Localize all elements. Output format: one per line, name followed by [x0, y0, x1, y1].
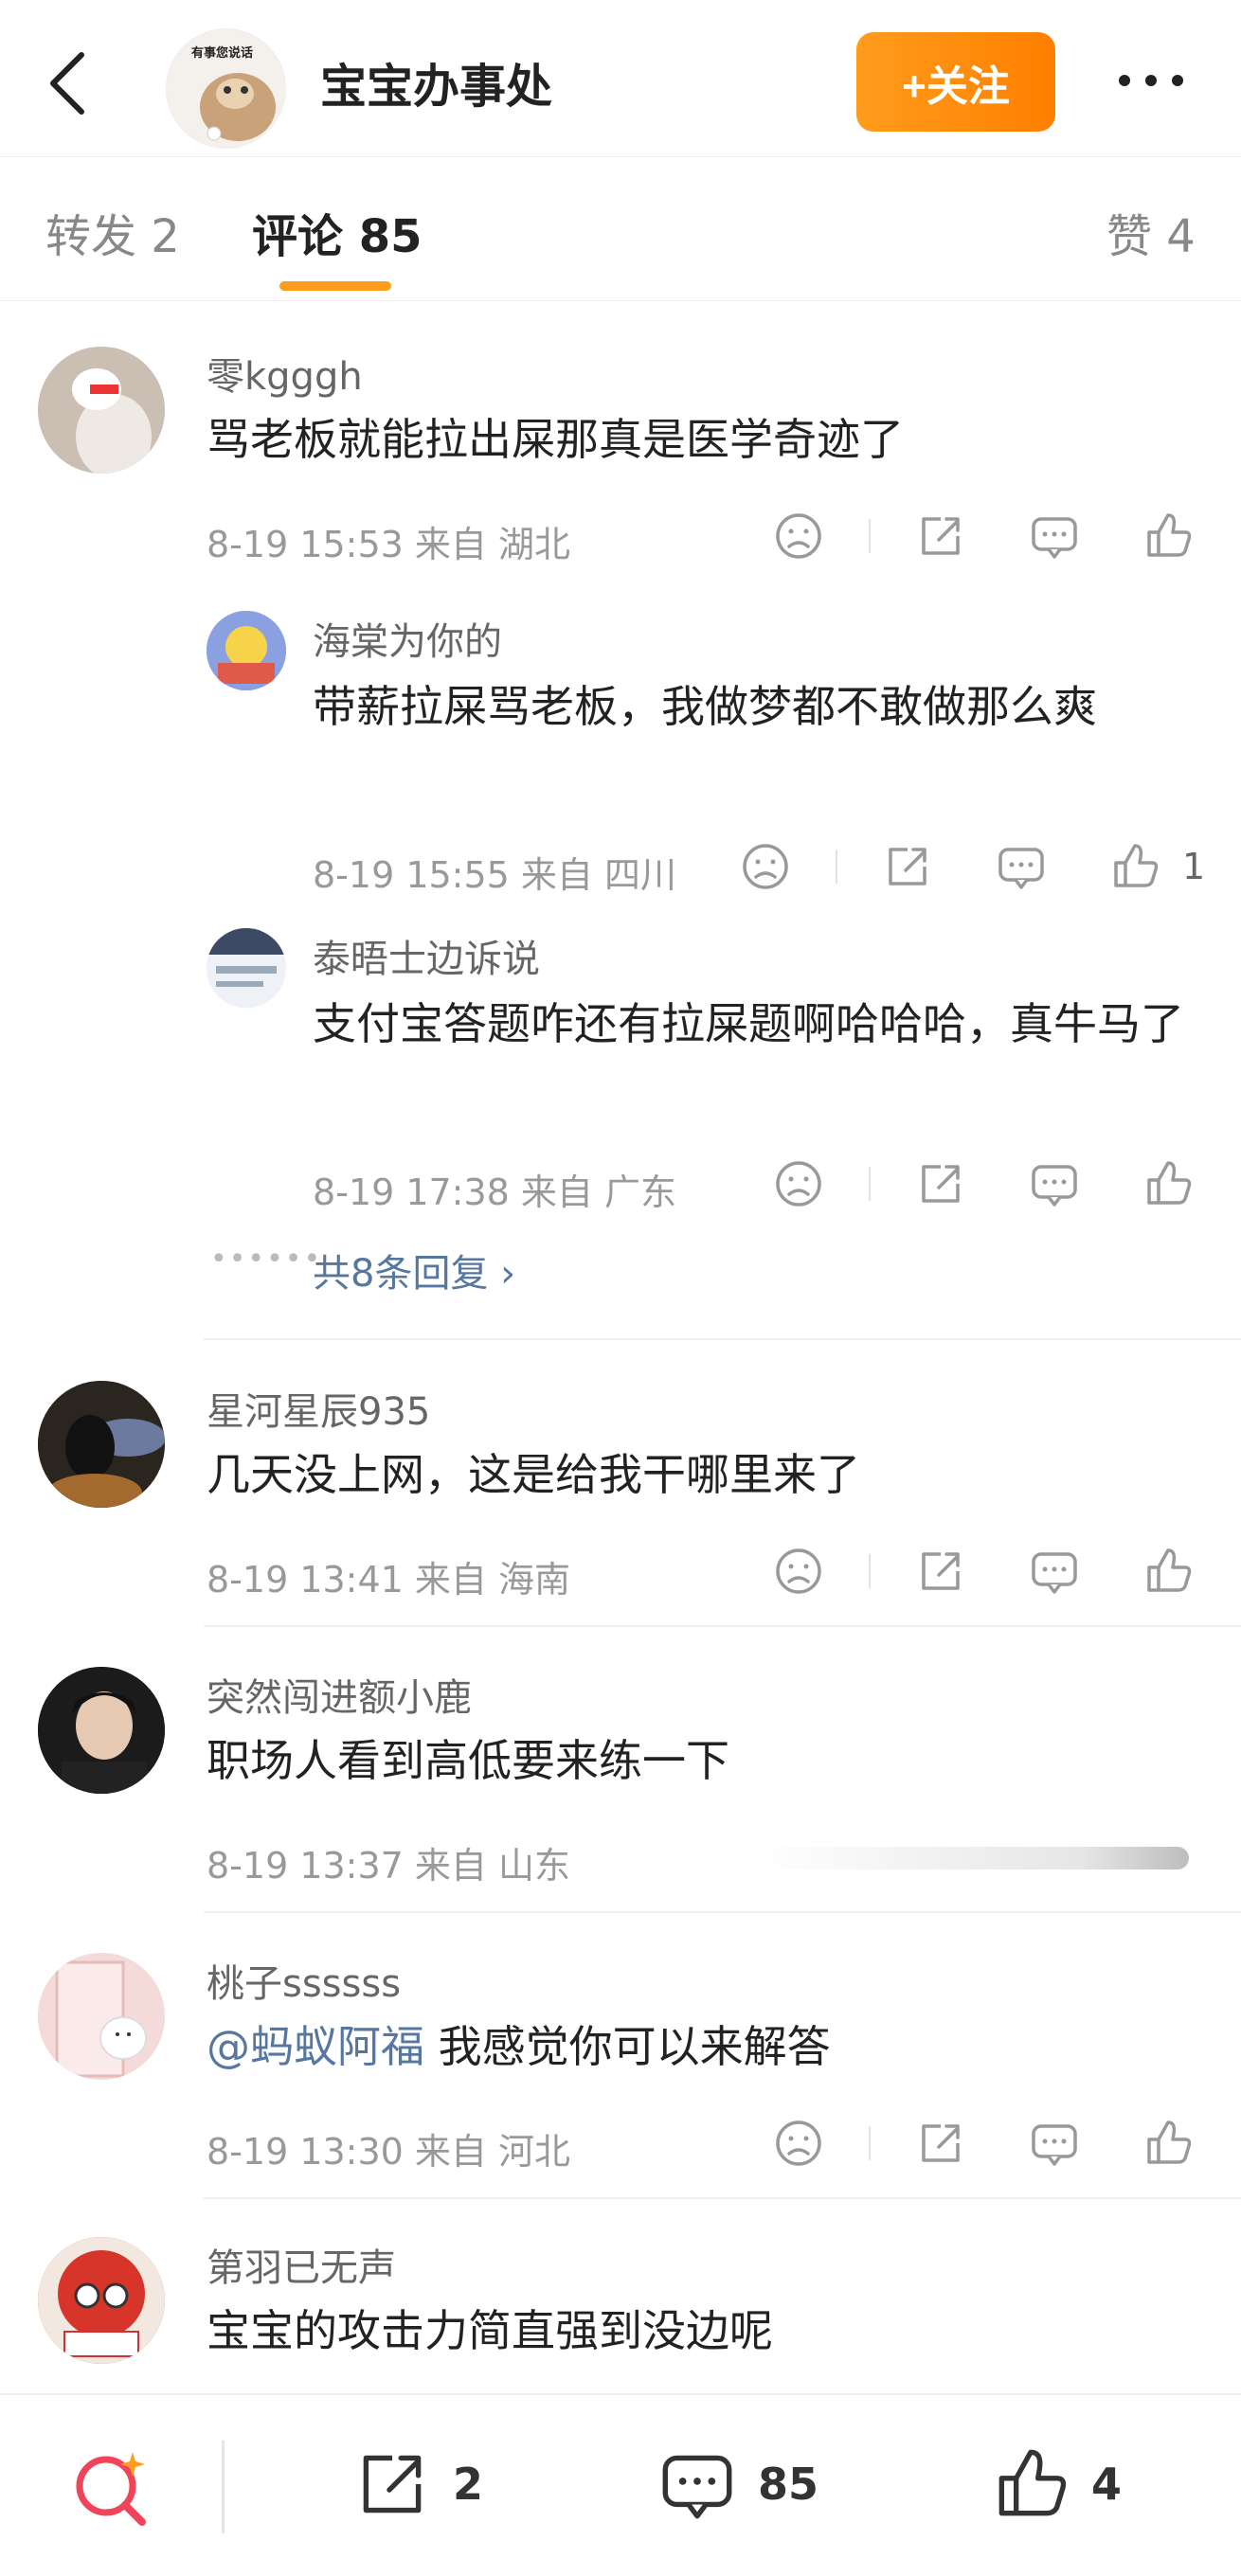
comment-button[interactable]: 85 [654, 2441, 818, 2528]
comment-text-body: 我感觉你可以来解答 [424, 2021, 831, 2072]
comment-author[interactable]: 零kgggh [207, 346, 363, 401]
account-name[interactable]: 宝宝办事处 [320, 49, 552, 116]
share-icon[interactable] [912, 2115, 969, 2172]
separator [836, 850, 837, 884]
separator [869, 2126, 871, 2160]
replies-dots: •••••• [210, 1243, 323, 1276]
comment-text: 职场人看到高低要来练一下 [207, 1735, 729, 1786]
share-icon[interactable] [879, 838, 936, 895]
separator [869, 519, 871, 553]
tab-bar: 转发 2 评论 85 赞 4 [0, 156, 1241, 301]
comment-icon[interactable] [1026, 508, 1083, 564]
repost-button[interactable]: 2 [349, 2441, 483, 2528]
divider [204, 1338, 1241, 1340]
avatar[interactable] [38, 347, 165, 474]
comment-actions [770, 508, 1215, 564]
more-replies-link[interactable]: 共8条回复 › [313, 1243, 515, 1297]
dislike-icon[interactable] [737, 838, 794, 895]
avatar-caption: 有事您说话 [191, 46, 254, 61]
avatar[interactable] [38, 2237, 165, 2364]
avatar[interactable] [38, 1381, 165, 1508]
comment-actions [770, 2115, 1215, 2172]
reply-author[interactable]: 海棠为你的 [313, 611, 502, 666]
active-tab-indicator [279, 281, 391, 291]
comment-actions [770, 1543, 1215, 1600]
tab-comments[interactable]: 评论 85 [252, 199, 423, 265]
dislike-icon[interactable] [770, 508, 827, 564]
like-icon[interactable] [1140, 1543, 1196, 1600]
comment-author[interactable]: 桃子ssssss [207, 1953, 401, 2008]
reply-text: 带薪拉屎骂老板，我做梦都不敢做那么爽 [313, 681, 1097, 732]
dislike-icon[interactable] [770, 2115, 827, 2172]
reply-actions [770, 1155, 1215, 1212]
dislike-icon[interactable] [770, 1155, 827, 1212]
reply-author[interactable]: 泰晤士边诉说 [313, 928, 540, 983]
comment-icon[interactable] [1026, 1155, 1083, 1212]
comment-icon[interactable] [993, 838, 1050, 895]
separator [222, 2441, 225, 2533]
share-icon[interactable] [912, 508, 969, 564]
avatar[interactable] [38, 1953, 165, 2080]
like-count: 1 [1182, 846, 1206, 887]
comment-meta: 8-19 15:53 来自 湖北 [207, 524, 570, 565]
reply-text: 支付宝答题咋还有拉屎题啊哈哈哈，真牛马了 [313, 998, 1184, 1049]
separator [869, 1167, 871, 1201]
divider [204, 1911, 1241, 1913]
like-icon[interactable] [1106, 838, 1163, 895]
comment-icon [662, 2455, 732, 2519]
dislike-icon[interactable] [770, 1543, 827, 1600]
like-button[interactable]: 4 [987, 2441, 1122, 2528]
reply-meta: 8-19 17:38 来自 广东 [313, 1172, 676, 1213]
divider [204, 2197, 1241, 2199]
search-icon[interactable] [66, 2444, 155, 2533]
like-icon[interactable] [1140, 1155, 1196, 1212]
top-bar: 有事您说话 宝宝办事处 +关注 [0, 0, 1241, 157]
comment-meta: 8-19 13:41 来自 海南 [207, 1559, 570, 1601]
tab-repost[interactable]: 转发 2 [45, 199, 180, 265]
account-avatar[interactable]: 有事您说话 [166, 28, 286, 149]
comment-text: 几天没上网，这是给我干哪里来了 [207, 1449, 860, 1500]
avatar[interactable] [207, 611, 286, 690]
tab-likes[interactable]: 赞 4 [1106, 199, 1196, 265]
like-icon[interactable] [1140, 2115, 1196, 2172]
comment-icon[interactable] [1026, 2115, 1083, 2172]
more-icon[interactable] [1113, 57, 1189, 104]
like-icon[interactable] [1140, 508, 1196, 564]
comment-meta: 8-19 13:30 来自 河北 [207, 2131, 570, 2173]
share-icon[interactable] [912, 1543, 969, 1600]
reply-actions: 1 [737, 838, 1230, 895]
comment-count: 85 [758, 2459, 819, 2510]
comment-icon[interactable] [1026, 1543, 1083, 1600]
avatar[interactable] [38, 1667, 165, 1794]
comment-meta: 8-19 13:37 来自 山东 [207, 1845, 570, 1887]
comment-author[interactable]: 突然闯进额小鹿 [207, 1667, 472, 1722]
comment-text: 骂老板就能拉出屎那真是医学奇迹了 [207, 414, 904, 465]
comment-text: 宝宝的攻击力简直强到没边呢 [207, 2305, 773, 2356]
comment-author[interactable]: 星河星辰935 [207, 1381, 430, 1436]
like-icon [998, 2449, 1067, 2516]
comment-text: @蚂蚁阿福 我感觉你可以来解答 [207, 2012, 831, 2082]
comment-author[interactable]: 第羽已无声 [207, 2237, 396, 2292]
separator [869, 1554, 871, 1588]
divider [204, 1625, 1241, 1627]
repost-count: 2 [453, 2459, 484, 2510]
bottom-action-bar: 2 85 4 [0, 2393, 1241, 2576]
share-icon[interactable] [912, 1155, 969, 1212]
loading-placeholder [758, 1847, 1189, 1869]
share-icon [363, 2455, 422, 2513]
follow-button[interactable]: +关注 [856, 32, 1055, 132]
avatar[interactable] [207, 928, 286, 1008]
reply-meta: 8-19 15:55 来自 四川 [313, 854, 676, 896]
back-icon[interactable] [42, 45, 99, 121]
like-count: 4 [1091, 2459, 1123, 2510]
mention-link[interactable]: @蚂蚁阿福 [207, 2021, 424, 2072]
